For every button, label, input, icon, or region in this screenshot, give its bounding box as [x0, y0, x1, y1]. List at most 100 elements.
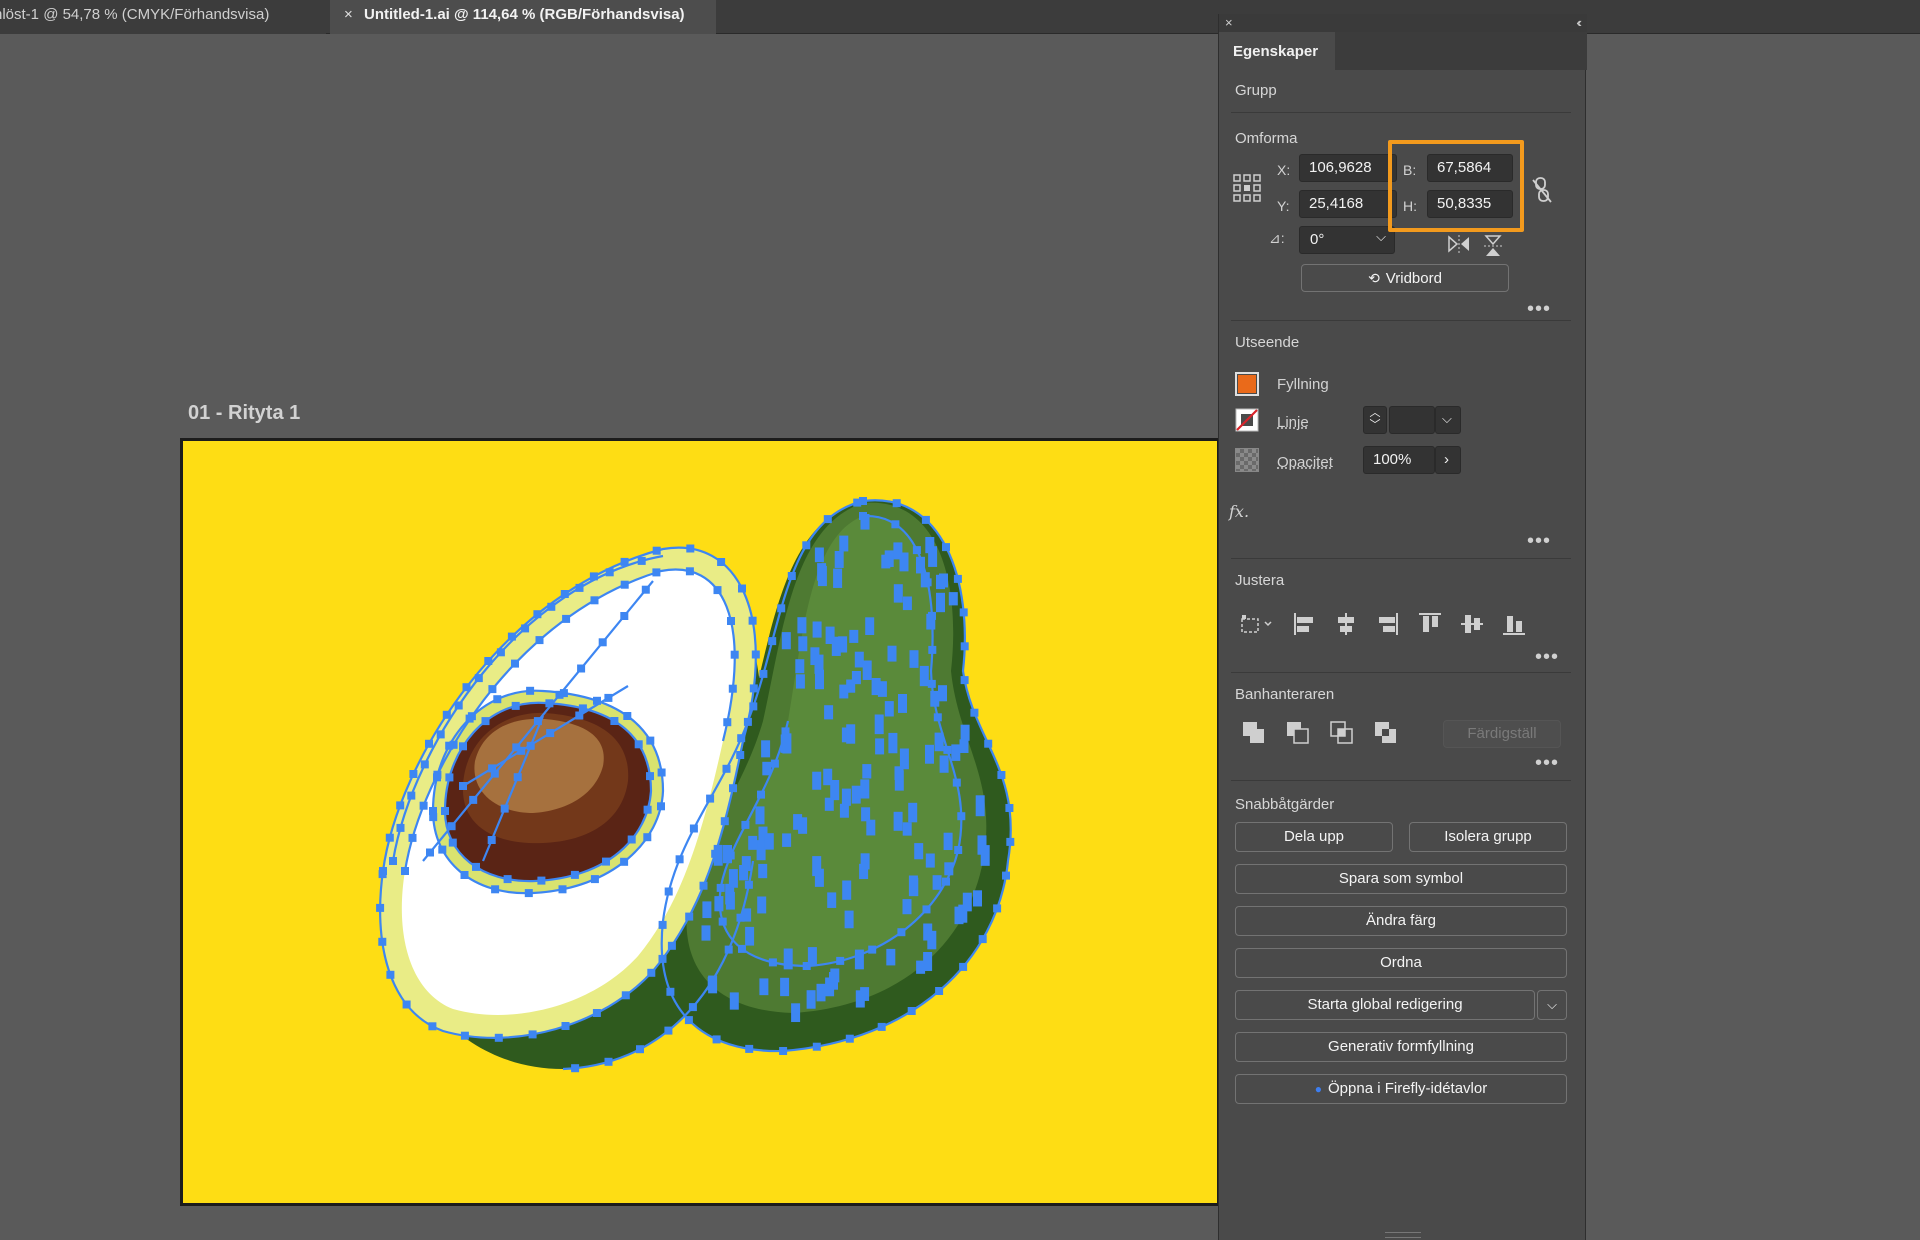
tab-close-icon[interactable]: ×	[344, 0, 364, 30]
pathfinder-unite-icon[interactable]	[1241, 720, 1267, 746]
pathfinder-exclude-icon[interactable]	[1373, 720, 1399, 746]
appearance-more-options-icon[interactable]: •••	[1527, 531, 1551, 551]
expand-button[interactable]: Färdigställ	[1443, 720, 1561, 748]
anchor-point	[652, 568, 661, 577]
anchor-point	[570, 870, 579, 879]
anchor-point	[758, 863, 768, 879]
anchor-point	[610, 717, 619, 725]
rotate-field[interactable]: 0° ⌵	[1299, 226, 1395, 254]
anchor-point	[841, 788, 851, 806]
anchor-point	[526, 741, 535, 750]
chevron-down-icon[interactable]: ⌵	[1376, 229, 1386, 245]
y-field[interactable]: 25,4168	[1299, 190, 1397, 218]
panel-close-icon[interactable]: ×	[1225, 15, 1233, 30]
anchor-point	[757, 790, 765, 799]
align-bottom-icon[interactable]	[1501, 610, 1527, 638]
x-field[interactable]: 106,9628	[1299, 154, 1397, 182]
stroke-label[interactable]: Linje	[1277, 414, 1309, 431]
generative-shape-fill-button[interactable]: Generativ formfyllning	[1235, 1032, 1567, 1062]
start-global-edit-button[interactable]: Starta global redigering	[1235, 990, 1535, 1020]
anchor-point	[590, 875, 599, 884]
anchor-point	[884, 550, 894, 567]
anchor-point	[513, 773, 522, 782]
anchor-point	[839, 803, 849, 818]
artboard[interactable]	[180, 438, 1220, 1206]
anchor-point	[1006, 837, 1015, 846]
avocado-illustration[interactable]	[183, 441, 1220, 1206]
tab-document-2[interactable]: × Untitled-1.ai @ 114,64 % (RGB/Förhandsv…	[330, 0, 716, 34]
anchor-point	[716, 883, 725, 892]
stroke-weight-field[interactable]	[1389, 406, 1435, 434]
open-in-firefly-button[interactable]: ● Öppna i Firefly-idétavlor	[1235, 1074, 1567, 1104]
opacity-chevron-right-icon[interactable]: ›	[1435, 446, 1461, 474]
stroke-swatch[interactable]	[1235, 408, 1259, 432]
anchor-point	[779, 1047, 788, 1055]
isolate-group-button[interactable]: Isolera grupp	[1409, 822, 1567, 852]
tab-egenskaper[interactable]: Egenskaper	[1219, 32, 1335, 70]
global-edit-chevron-down-icon[interactable]: ⌵	[1537, 990, 1567, 1020]
ungroup-button[interactable]: Dela upp	[1235, 822, 1393, 852]
align-top-icon[interactable]	[1417, 610, 1443, 638]
anchor-point	[445, 741, 454, 750]
align-horizontal-center-icon[interactable]	[1333, 610, 1359, 638]
anchor-point	[739, 865, 749, 881]
anchor-point	[812, 1042, 821, 1051]
anchor-point	[702, 901, 712, 919]
stroke-weight-chevron-down-icon[interactable]: ⌵	[1435, 406, 1461, 434]
align-right-icon[interactable]	[1375, 610, 1401, 638]
transform-more-options-icon[interactable]: •••	[1527, 299, 1551, 319]
anchor-point	[914, 843, 924, 860]
anchor-point	[743, 717, 752, 726]
anchor-point	[899, 748, 909, 770]
align-more-options-icon[interactable]: •••	[1535, 647, 1559, 667]
anchor-point	[561, 1022, 570, 1030]
align-vertical-center-icon[interactable]	[1459, 610, 1485, 638]
anchor-point	[938, 685, 947, 702]
anchor-point	[385, 833, 394, 842]
stroke-weight-stepper[interactable]: ︿ ﹀	[1363, 406, 1387, 434]
anchor-point	[460, 1031, 469, 1040]
align-to-selection-icon[interactable]	[1239, 610, 1275, 638]
anchor-point	[807, 947, 817, 967]
pathfinder-intersect-icon[interactable]	[1329, 720, 1355, 746]
anchor-point	[724, 945, 733, 954]
reference-point-icon[interactable]	[1233, 174, 1261, 202]
anchor-point	[658, 954, 667, 963]
anchor-point	[545, 699, 554, 708]
anchor-point	[954, 906, 964, 925]
constrain-proportions-icon[interactable]	[1531, 176, 1553, 204]
pathfinder-more-options-icon[interactable]: •••	[1535, 753, 1559, 773]
anchor-point	[605, 568, 614, 577]
flip-vertical-icon[interactable]	[1483, 234, 1503, 258]
tab-document-1[interactable]: nlöst-1 @ 54,78 % (CMYK/Förhandsvisa)	[0, 0, 326, 34]
anchor-point	[781, 632, 791, 650]
anchor-point	[916, 556, 925, 574]
anchor-point	[474, 674, 483, 683]
flip-horizontal-icon[interactable]	[1447, 234, 1471, 254]
anchor-point	[749, 684, 758, 693]
anchor-point	[898, 694, 907, 713]
fx-effects-icon[interactable]: fx.	[1229, 502, 1249, 521]
anchor-point	[868, 945, 877, 954]
anchor-point	[782, 733, 792, 754]
panel-collapse-icon[interactable]: ‹‹	[1576, 15, 1581, 30]
anchor-point	[537, 876, 546, 885]
recolor-button[interactable]: Ändra färg	[1235, 906, 1567, 936]
arrange-button[interactable]: Ordna	[1235, 948, 1567, 978]
anchor-point	[823, 515, 832, 524]
rotate-value: 0°	[1310, 231, 1325, 248]
panel-resize-grip[interactable]	[1385, 1232, 1421, 1238]
fill-swatch[interactable]	[1235, 372, 1259, 396]
opacity-field[interactable]: 100%	[1363, 446, 1435, 474]
save-as-symbol-button[interactable]: Spara som symbol	[1235, 864, 1567, 894]
pathfinder-minus-front-icon[interactable]	[1285, 720, 1311, 746]
vridbord-button[interactable]: ⟲ Vridbord	[1301, 264, 1509, 292]
anchor-point	[589, 572, 598, 581]
anchor-point	[993, 904, 1002, 913]
anchor-point	[664, 887, 673, 896]
anchor-point	[707, 976, 717, 991]
align-left-icon[interactable]	[1291, 610, 1317, 638]
opacity-label[interactable]: Opacitet	[1277, 454, 1333, 471]
anchor-point	[722, 764, 731, 773]
anchor-point	[402, 1000, 411, 1009]
